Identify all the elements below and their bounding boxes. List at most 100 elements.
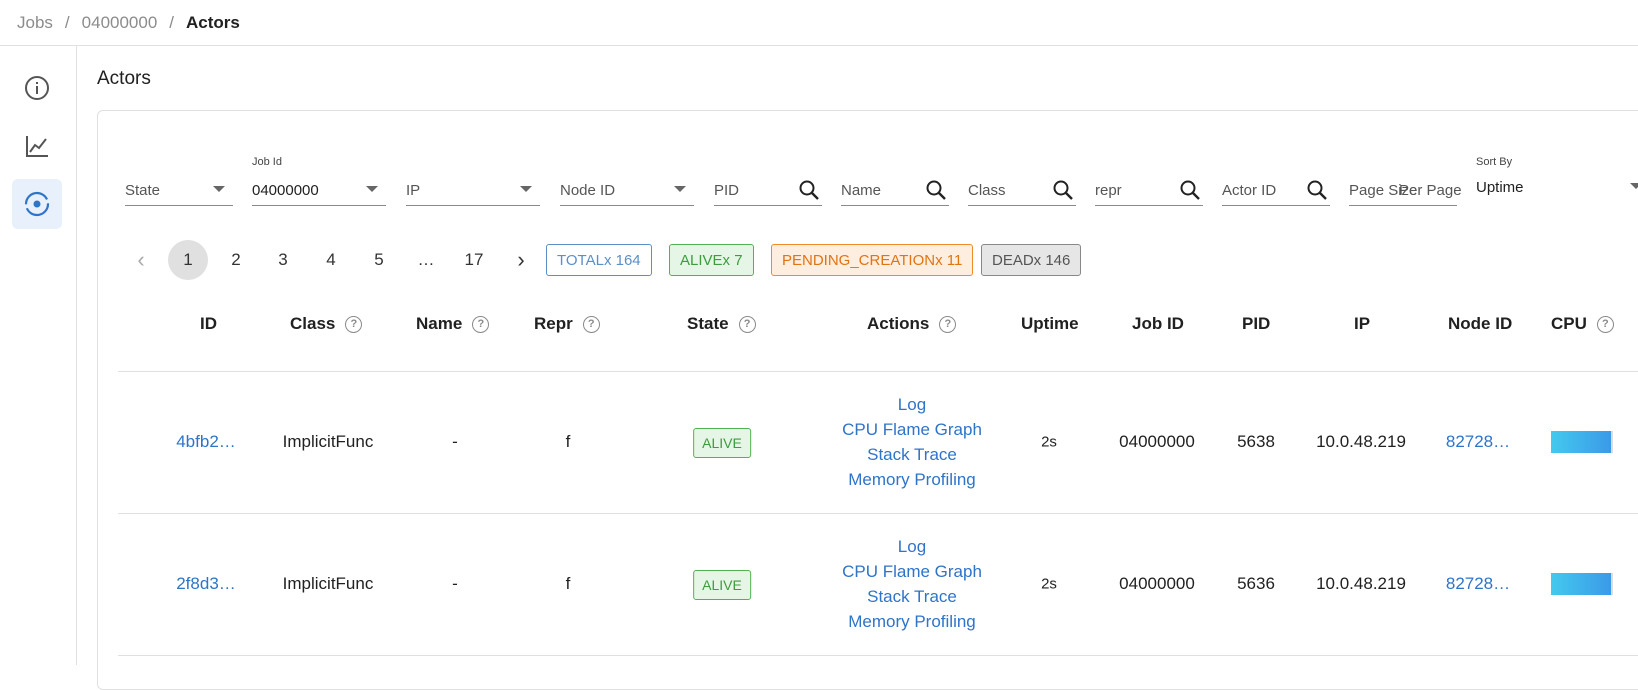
column-header-pid[interactable]: PID (1242, 314, 1270, 334)
actions-cell: Log CPU Flame Graph Stack Trace Memory P… (842, 392, 982, 492)
pagination-ellipsis: … (417, 250, 435, 269)
alive-count-chip[interactable]: ALIVEx 7 (669, 244, 754, 276)
node-id-filter[interactable]: Node ID (560, 176, 694, 206)
state-filter-placeholder: State (125, 182, 161, 199)
sort-by-value: Uptime (1476, 179, 1524, 196)
uptime-cell: 2s (1041, 433, 1057, 451)
job-id-filter[interactable]: 04000000 (252, 176, 386, 206)
ip-cell: 10.0.48.219 (1316, 574, 1406, 593)
chart-icon (26, 136, 48, 157)
breadcrumb: Jobs / 04000000 / Actors (0, 0, 1638, 46)
column-header-id[interactable]: ID (200, 314, 217, 334)
chevron-down-icon (1630, 183, 1638, 189)
dead-count-chip[interactable]: DEADx 146 (981, 244, 1082, 276)
pagination-next-button[interactable]: › (501, 240, 541, 280)
memory-profiling-link[interactable]: Memory Profiling (842, 609, 982, 634)
actions-cell: Log CPU Flame Graph Stack Trace Memory P… (842, 534, 982, 634)
help-icon[interactable]: ? (582, 315, 600, 333)
pagination-page-4[interactable]: 4 (311, 240, 351, 280)
nav-info-button[interactable] (12, 63, 62, 113)
job-id-cell: 04000000 (1119, 574, 1195, 593)
ip-cell: 10.0.48.219 (1316, 432, 1406, 451)
node-id-link[interactable]: 82728… (1446, 574, 1510, 594)
column-header-job-id[interactable]: Job ID (1132, 314, 1184, 334)
column-header-pid-label: PID (1242, 314, 1271, 333)
cpu-flame-graph-link[interactable]: CPU Flame Graph (842, 559, 982, 584)
column-header-actions[interactable]: Actions ? (867, 314, 957, 334)
search-icon (1307, 180, 1327, 200)
actor-id-search-placeholder: Actor ID (1222, 182, 1277, 199)
class-search-input[interactable]: Class (968, 176, 1076, 206)
cpu-flame-graph-link[interactable]: CPU Flame Graph (842, 417, 982, 442)
repr-search-placeholder: repr (1095, 182, 1122, 199)
breadcrumb-job-id[interactable]: 04000000 (82, 13, 158, 33)
actor-repr-cell: f (565, 574, 571, 593)
ip-filter[interactable]: IP (406, 176, 540, 206)
actor-class-cell: ImplicitFunc (282, 574, 374, 593)
column-header-name[interactable]: Name ? (416, 314, 490, 334)
help-icon[interactable]: ? (345, 315, 363, 333)
pagination-page-17[interactable]: 17 (454, 240, 494, 280)
page-size-input[interactable]: Page Size Per Page (1349, 176, 1462, 206)
pagination-prev-button[interactable]: ‹ (121, 240, 161, 280)
column-header-actions-label: Actions (867, 314, 930, 333)
help-icon[interactable]: ? (472, 315, 490, 333)
memory-profiling-link[interactable]: Memory Profiling (842, 467, 982, 492)
job-id-label: Job Id (252, 156, 282, 168)
job-id-cell: 04000000 (1119, 432, 1195, 451)
stack-trace-link[interactable]: Stack Trace (842, 442, 982, 467)
column-header-state[interactable]: State ? (687, 314, 756, 334)
help-icon[interactable]: ? (738, 315, 756, 333)
job-id-value: 04000000 (252, 182, 319, 199)
pagination-page-3[interactable]: 3 (263, 240, 303, 280)
column-header-class[interactable]: Class ? (290, 314, 363, 334)
pagination-page-5[interactable]: 5 (359, 240, 399, 280)
column-header-ip[interactable]: IP (1354, 314, 1370, 334)
column-header-node-id-label: Node ID (1448, 314, 1513, 333)
pid-search-input[interactable]: PID (714, 176, 822, 206)
total-count-chip[interactable]: TOTALx 164 (546, 244, 652, 276)
cpu-usage-bar (1551, 431, 1613, 453)
column-header-uptime[interactable]: Uptime (1021, 314, 1079, 334)
chevron-down-icon (520, 186, 532, 192)
stack-trace-link[interactable]: Stack Trace (842, 584, 982, 609)
actor-class-cell: ImplicitFunc (282, 432, 374, 451)
search-icon (1053, 180, 1073, 200)
class-search-placeholder: Class (968, 182, 1006, 199)
cpu-usage-bar (1551, 573, 1613, 595)
nav-metrics-button[interactable] (12, 121, 62, 171)
actor-id-link[interactable]: 2f8d3… (176, 574, 236, 594)
page-size-overlap-text: Per Page (1399, 182, 1462, 199)
repr-search-input[interactable]: repr (1095, 176, 1203, 206)
log-link[interactable]: Log (842, 392, 982, 417)
search-icon (799, 180, 819, 200)
column-header-cpu-label: CPU (1551, 314, 1587, 333)
pagination-page-2[interactable]: 2 (216, 240, 256, 280)
pagination-page-1[interactable]: 1 (168, 240, 208, 280)
name-search-input[interactable]: Name (841, 176, 949, 206)
status-badge: ALIVE (693, 570, 751, 600)
node-id-link[interactable]: 82728… (1446, 432, 1510, 452)
breadcrumb-jobs[interactable]: Jobs (17, 13, 53, 33)
chevron-down-icon (674, 186, 686, 192)
column-header-node-id[interactable]: Node ID (1448, 314, 1512, 334)
pending-creation-count-chip[interactable]: PENDING_CREATIONx 11 (771, 244, 974, 276)
actor-repr-cell: f (565, 432, 571, 451)
help-icon[interactable]: ? (1596, 315, 1614, 333)
chevron-down-icon (366, 186, 378, 192)
help-icon[interactable]: ? (939, 315, 957, 333)
column-header-uptime-label: Uptime (1021, 314, 1079, 333)
actor-name-cell: - (452, 432, 458, 451)
column-header-repr[interactable]: Repr ? (534, 314, 600, 334)
page-title: Actors (97, 68, 151, 89)
state-filter[interactable]: State (125, 176, 233, 206)
sort-by-select[interactable]: Uptime (1476, 176, 1638, 206)
row-divider (118, 513, 1638, 514)
actor-id-link[interactable]: 4bfb2… (176, 432, 236, 452)
actor-id-search-input[interactable]: Actor ID (1222, 176, 1330, 206)
nav-actors-button[interactable] (12, 179, 62, 229)
log-link[interactable]: Log (842, 534, 982, 559)
column-header-cpu[interactable]: CPU ? (1551, 314, 1614, 334)
chevron-right-icon: › (517, 247, 525, 272)
column-header-class-label: Class (290, 314, 336, 333)
